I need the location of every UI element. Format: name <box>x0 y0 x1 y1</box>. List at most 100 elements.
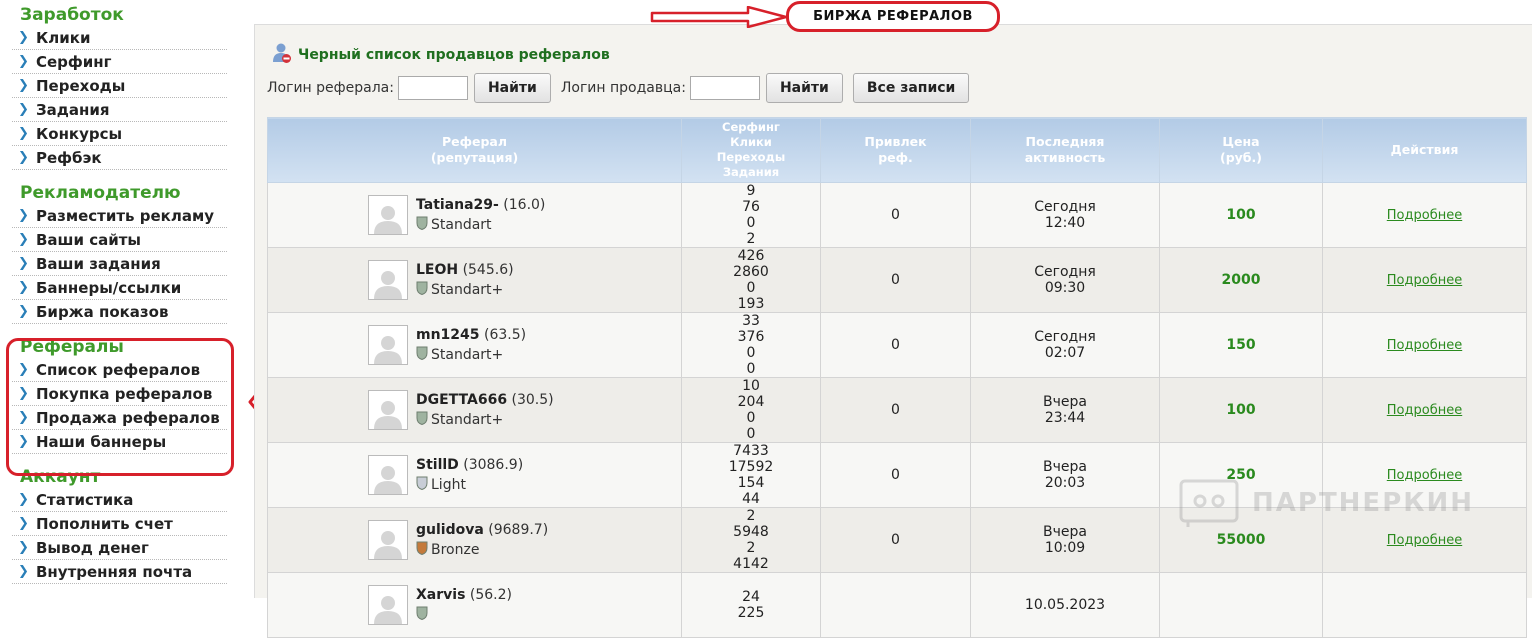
invited-cell: 0 <box>820 507 971 573</box>
table-row: LEOH (545.6) Standart+ 426 2860 0 193 0 Сег… <box>267 247 1527 313</box>
chevron-right-icon: ❯ <box>18 232 29 247</box>
col-stats[interactable]: Серфинг Клики Переходы Задания <box>681 117 821 183</box>
referral-login-label: Логин реферала: <box>267 80 394 96</box>
sidebar-item[interactable]: ❯ Пополнить счет <box>12 512 227 536</box>
referral-cell: Xarvis (56.2) <box>267 572 682 638</box>
shield-icon <box>416 541 428 559</box>
referral-cell: LEOH (545.6) Standart+ <box>267 247 682 313</box>
seller-login-label: Логин продавца: <box>560 80 686 96</box>
reputation: (9689.7) <box>488 521 549 538</box>
reputation: (545.6) <box>462 261 514 278</box>
seller-login-input[interactable] <box>689 76 760 100</box>
sidebar-item-label: Серфинг <box>36 52 112 71</box>
sidebar-item-label: Клики <box>36 28 91 47</box>
chevron-right-icon: ❯ <box>18 564 29 579</box>
referral-name[interactable]: DGETTA666 <box>416 392 507 408</box>
chevron-right-icon: ❯ <box>18 280 29 295</box>
stats-cell: 33 376 0 0 <box>681 312 821 378</box>
sidebar: Заработок ❯ Клики ❯ Серфинг ❯ Переходы ❯ Задания… <box>0 0 236 597</box>
status-badge: Light <box>431 476 466 493</box>
status-badge: Standart <box>431 216 492 233</box>
sidebar-item[interactable]: ❯ Задания <box>12 98 227 122</box>
page-title: БИРЖА РЕФЕРАЛОВ <box>786 1 1000 32</box>
price-cell <box>1159 572 1323 638</box>
price-cell: 2000 <box>1159 247 1323 313</box>
chevron-right-icon: ❯ <box>18 256 29 271</box>
shield-icon <box>416 476 428 494</box>
referral-name[interactable]: StillD <box>416 457 459 473</box>
sidebar-item[interactable]: ❯ Статистика <box>12 488 227 512</box>
sidebar-item-label: Рефбэк <box>36 148 102 167</box>
chevron-right-icon: ❯ <box>18 102 29 117</box>
avatar <box>368 390 408 430</box>
sidebar-item[interactable]: ❯ Ваши задания <box>12 252 227 276</box>
status-badge: Standart+ <box>431 281 504 298</box>
reputation: (56.2) <box>469 586 512 603</box>
reputation: (30.5) <box>511 391 554 408</box>
col-last-activity[interactable]: Последняя активность <box>970 117 1160 183</box>
actions-cell: Подробнее <box>1322 312 1527 378</box>
sidebar-item[interactable]: ❯ Рефбэк <box>12 146 227 170</box>
chevron-right-icon: ❯ <box>18 126 29 141</box>
avatar <box>368 325 408 365</box>
sidebar-item[interactable]: ❯ Вывод денег <box>12 536 227 560</box>
table-row: Tatiana29- (16.0) Standart 9 76 0 2 0 Сегод… <box>267 182 1527 248</box>
sidebar-item-label: Ваши сайты <box>36 230 141 249</box>
sidebar-item[interactable]: ❯ Баннеры/ссылки <box>12 276 227 300</box>
avatar <box>368 585 408 625</box>
sidebar-item-label: Переходы <box>36 76 126 95</box>
actions-cell: Подробнее <box>1322 182 1527 248</box>
price-cell: 100 <box>1159 182 1323 248</box>
right-arrow-annotation <box>650 6 788 28</box>
referral-login-input[interactable] <box>397 76 468 100</box>
shield-icon <box>416 281 428 299</box>
actions-cell: Подробнее <box>1322 377 1527 443</box>
details-link[interactable]: Подробнее <box>1387 533 1462 548</box>
details-link[interactable]: Подробнее <box>1387 273 1462 288</box>
col-price[interactable]: Цена (руб.) <box>1159 117 1323 183</box>
chevron-right-icon: ❯ <box>18 304 29 319</box>
avatar <box>368 455 408 495</box>
sidebar-item[interactable]: ❯ Клики <box>12 26 227 50</box>
sidebar-section-title: Рекламодателю <box>20 183 181 203</box>
sidebar-item-label: Ваши задания <box>36 254 161 273</box>
sidebar-item[interactable]: ❯ Внутренняя почта <box>12 560 227 584</box>
activity-cell: Сегодня 12:40 <box>970 182 1160 248</box>
avatar <box>368 260 408 300</box>
sidebar-item-label: Баннеры/ссылки <box>36 278 182 297</box>
invited-cell: 0 <box>820 312 971 378</box>
blacklist-link-label: Черный список продавцов рефералов <box>298 47 610 63</box>
col-referral[interactable]: Реферал (репутация) <box>267 117 682 183</box>
avatar <box>368 520 408 560</box>
referral-cell: mn1245 (63.5) Standart+ <box>267 312 682 378</box>
referral-name[interactable]: LEOH <box>416 262 458 278</box>
col-invited[interactable]: Привлек реф. <box>820 117 971 183</box>
referral-name[interactable]: mn1245 <box>416 327 480 343</box>
chevron-right-icon: ❯ <box>18 78 29 93</box>
referral-name[interactable]: gulidova <box>416 522 484 538</box>
details-link[interactable]: Подробнее <box>1387 403 1462 418</box>
stats-cell: 9 76 0 2 <box>681 182 821 248</box>
actions-cell <box>1322 572 1527 638</box>
details-link[interactable]: Подробнее <box>1387 208 1462 223</box>
referral-name[interactable]: Tatiana29- <box>416 197 499 213</box>
details-link[interactable]: Подробнее <box>1387 338 1462 353</box>
find-referral-button[interactable]: Найти <box>473 73 551 103</box>
sidebar-item[interactable]: ❯ Разместить рекламу <box>12 204 227 228</box>
sidebar-item[interactable]: ❯ Серфинг <box>12 50 227 74</box>
all-records-button[interactable]: Все записи <box>852 73 970 103</box>
search-bar: Логин реферала: Найти Логин продавца: На… <box>267 73 979 103</box>
stats-cell: 7433 17592 154 44 <box>681 442 821 508</box>
sidebar-item[interactable]: ❯ Переходы <box>12 74 227 98</box>
referral-cell: DGETTA666 (30.5) Standart+ <box>267 377 682 443</box>
sidebar-item[interactable]: ❯ Ваши сайты <box>12 228 227 252</box>
sidebar-item-label: Биржа показов <box>36 302 169 321</box>
chevron-right-icon: ❯ <box>18 208 29 223</box>
sidebar-item[interactable]: ❯ Биржа показов <box>12 300 227 324</box>
find-seller-button[interactable]: Найти <box>765 73 843 103</box>
table-row: DGETTA666 (30.5) Standart+ 10 204 0 0 0 Вче… <box>267 377 1527 443</box>
blacklist-link[interactable]: Черный список продавцов рефералов <box>272 42 610 68</box>
referral-name[interactable]: Xarvis <box>416 587 465 603</box>
avatar <box>368 195 408 235</box>
sidebar-item[interactable]: ❯ Конкурсы <box>12 122 227 146</box>
